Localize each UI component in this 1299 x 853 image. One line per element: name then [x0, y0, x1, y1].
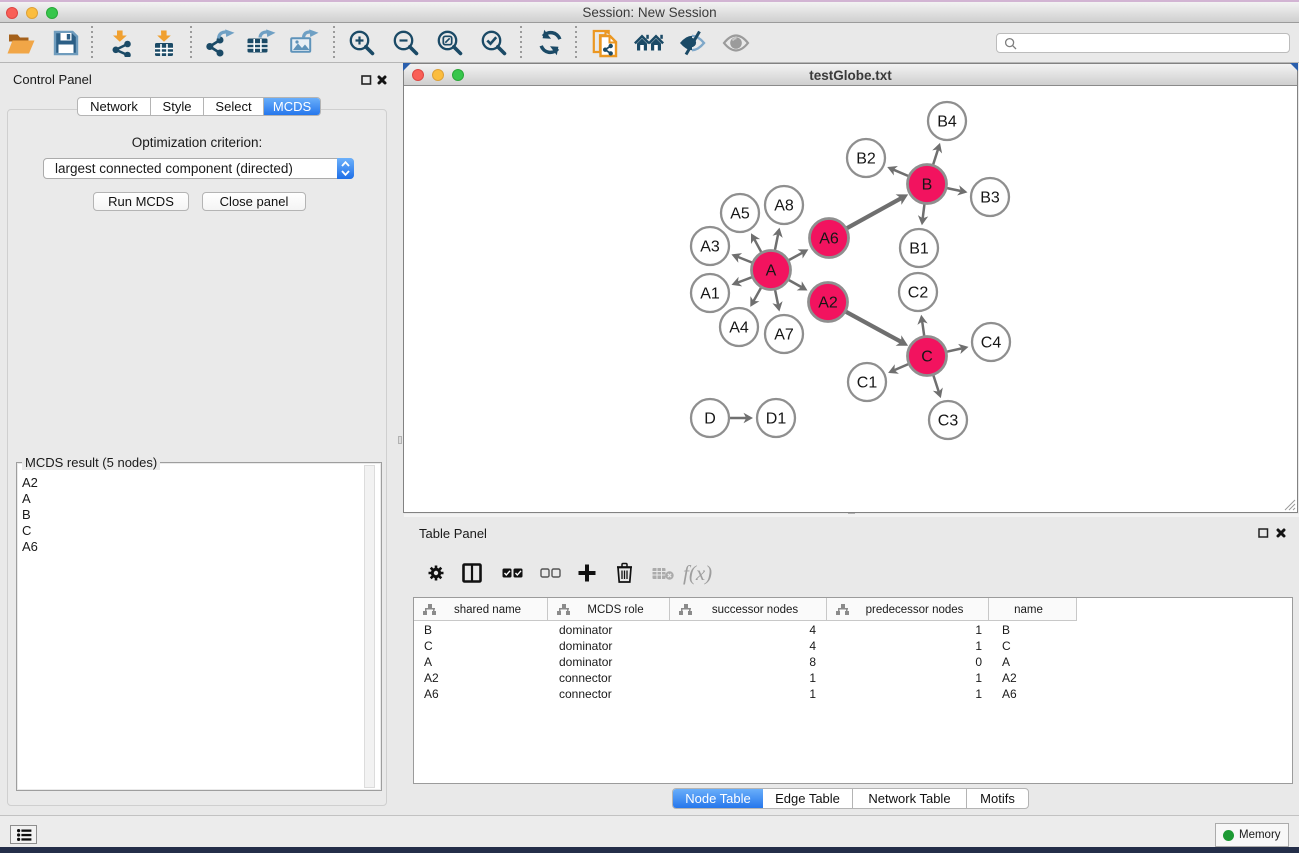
- svg-text:A: A: [766, 263, 777, 280]
- svg-text:A5: A5: [730, 206, 750, 223]
- svg-text:B1: B1: [909, 241, 929, 258]
- svg-text:A8: A8: [774, 198, 794, 215]
- svg-text:B3: B3: [980, 190, 1000, 207]
- svg-text:A1: A1: [700, 286, 720, 303]
- svg-text:C3: C3: [938, 413, 959, 430]
- svg-text:B2: B2: [856, 151, 876, 168]
- svg-text:C4: C4: [981, 335, 1002, 352]
- svg-text:A4: A4: [729, 320, 749, 337]
- svg-text:C1: C1: [857, 375, 878, 392]
- svg-text:D1: D1: [766, 411, 787, 428]
- svg-text:C2: C2: [908, 285, 929, 302]
- svg-text:A2: A2: [818, 295, 838, 312]
- svg-text:B: B: [922, 177, 933, 194]
- svg-text:C: C: [921, 349, 933, 366]
- svg-text:A6: A6: [819, 231, 839, 248]
- svg-text:A7: A7: [774, 327, 794, 344]
- svg-text:D: D: [704, 411, 716, 428]
- svg-text:B4: B4: [937, 114, 957, 131]
- svg-text:A3: A3: [700, 239, 720, 256]
